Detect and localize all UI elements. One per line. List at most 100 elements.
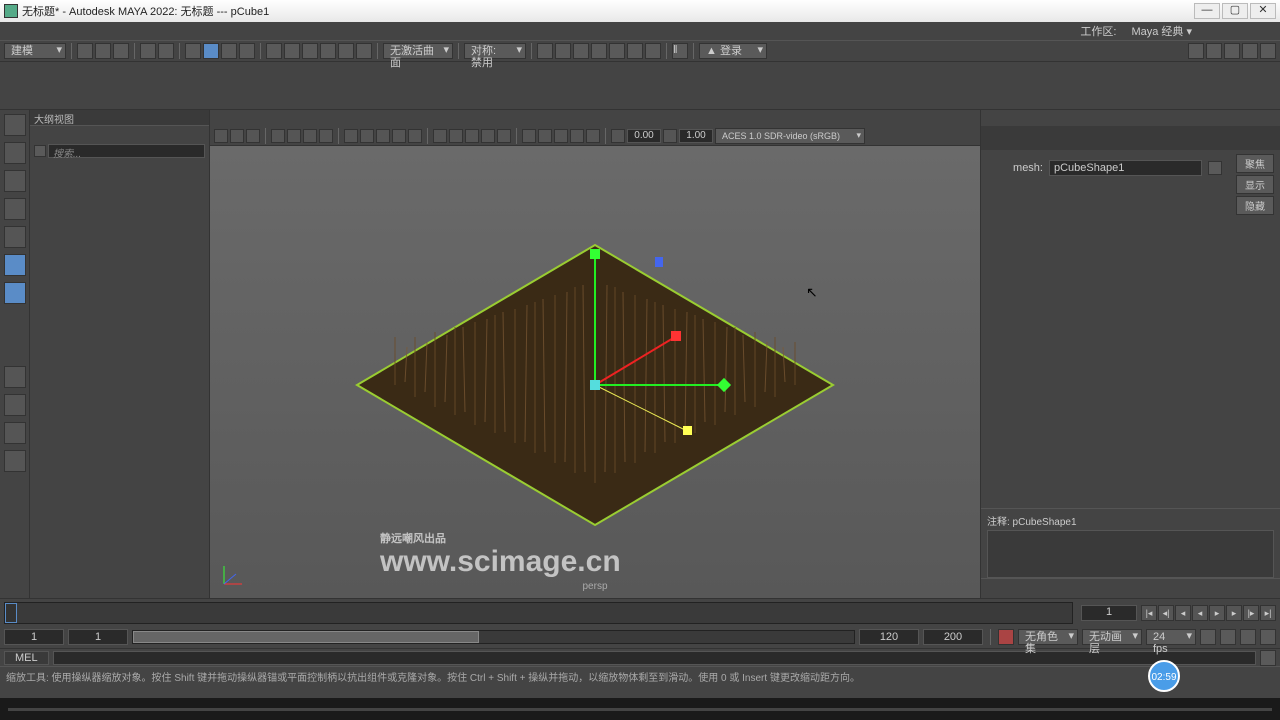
range-end-field[interactable] <box>859 629 919 645</box>
go-end-button[interactable]: ▸| <box>1260 605 1276 621</box>
history-button-2[interactable] <box>284 43 300 59</box>
history-button-3[interactable] <box>302 43 318 59</box>
attr-sections[interactable] <box>981 219 1280 508</box>
command-input[interactable] <box>53 651 1256 665</box>
notes-textarea[interactable] <box>987 530 1274 578</box>
last-tool[interactable] <box>4 282 26 304</box>
lasso-tool[interactable] <box>4 142 26 164</box>
vp-extra-4[interactable] <box>570 129 584 143</box>
fps-dropdown[interactable]: 24 fps <box>1146 629 1196 645</box>
sound-icon[interactable] <box>1240 629 1256 645</box>
vp-gamma-field[interactable] <box>679 129 713 143</box>
vp-select-button[interactable] <box>214 129 228 143</box>
vp-extra-2[interactable] <box>538 129 552 143</box>
outliner-view-button[interactable] <box>4 422 26 444</box>
select-mode-button[interactable] <box>185 43 201 59</box>
vp-ao-button[interactable] <box>465 129 479 143</box>
time-track[interactable] <box>4 602 1073 624</box>
vp-xray-button[interactable] <box>433 129 447 143</box>
vp-grid-button[interactable] <box>271 129 285 143</box>
persp-view-button[interactable] <box>4 450 26 472</box>
play-fwd-button[interactable]: ▸ <box>1209 605 1225 621</box>
pause-button[interactable]: ‖ <box>672 43 688 59</box>
range-track[interactable] <box>132 630 855 644</box>
play-back-button[interactable]: ◂ <box>1192 605 1208 621</box>
render-button-5[interactable] <box>609 43 625 59</box>
vp-exposure-field[interactable] <box>627 129 661 143</box>
vp-gate-mask-button[interactable] <box>319 129 333 143</box>
new-scene-button[interactable] <box>77 43 93 59</box>
autokey-button[interactable] <box>998 629 1014 645</box>
focus-button[interactable]: 聚焦 <box>1236 154 1274 173</box>
redo-button[interactable] <box>158 43 174 59</box>
vp-extra-3[interactable] <box>554 129 568 143</box>
paint-select-tool[interactable] <box>4 170 26 192</box>
vp-extra-1[interactable] <box>522 129 536 143</box>
vp-exposure-icon[interactable] <box>611 129 625 143</box>
scale-tool[interactable] <box>4 254 26 276</box>
panel-layout-2[interactable] <box>1206 43 1222 59</box>
snap-point-button[interactable] <box>239 43 255 59</box>
outliner-filter-icon[interactable] <box>34 145 46 157</box>
hide-button[interactable]: 隐藏 <box>1236 196 1274 215</box>
close-button[interactable]: ✕ <box>1250 3 1276 19</box>
panel-layout-5[interactable] <box>1260 43 1276 59</box>
current-frame-field[interactable]: 1 <box>1081 605 1137 621</box>
key-back-button[interactable]: ◂ <box>1175 605 1191 621</box>
vp-isolate-button[interactable] <box>449 129 463 143</box>
colorspace-dropdown[interactable]: ACES 1.0 SDR-video (sRGB) <box>715 128 865 144</box>
render-button-1[interactable] <box>537 43 553 59</box>
undo-button[interactable] <box>140 43 156 59</box>
vp-shaded-button[interactable] <box>360 129 374 143</box>
history-button-5[interactable] <box>338 43 354 59</box>
vp-aa-button[interactable] <box>497 129 511 143</box>
render-button-6[interactable] <box>627 43 643 59</box>
live-surface-dropdown[interactable]: 无激活曲面 <box>383 43 453 59</box>
history-button-6[interactable] <box>356 43 372 59</box>
vp-wire-button[interactable] <box>344 129 358 143</box>
go-start-button[interactable]: |◂ <box>1141 605 1157 621</box>
panel-layout-4[interactable] <box>1242 43 1258 59</box>
outliner-search[interactable]: 搜索... <box>48 144 205 158</box>
save-scene-button[interactable] <box>113 43 129 59</box>
step-back-button[interactable]: ◂| <box>1158 605 1174 621</box>
video-controls[interactable] <box>0 698 1280 720</box>
vp-gamma-icon[interactable] <box>663 129 677 143</box>
vp-film-gate-button[interactable] <box>287 129 301 143</box>
snap-curve-button[interactable] <box>221 43 237 59</box>
outliner-tree[interactable] <box>30 160 209 598</box>
vp-motion-blur-button[interactable] <box>481 129 495 143</box>
range-start-field[interactable] <box>68 629 128 645</box>
mode-dropdown[interactable]: 建模 <box>4 43 66 59</box>
video-progress[interactable] <box>8 708 1272 711</box>
viewport-3d[interactable]: 静远嘲风出品 www.scimage.cn persp <box>210 146 980 598</box>
rotate-tool[interactable] <box>4 226 26 248</box>
vp-textured-button[interactable] <box>376 129 390 143</box>
render-button-4[interactable] <box>591 43 607 59</box>
mesh-focus-icon[interactable] <box>1208 161 1222 175</box>
range-pref-1[interactable] <box>1200 629 1216 645</box>
select-tool[interactable] <box>4 114 26 136</box>
range-pref-2[interactable] <box>1220 629 1236 645</box>
render-button-3[interactable] <box>573 43 589 59</box>
minimize-button[interactable]: — <box>1194 3 1220 19</box>
vp-lights-button[interactable] <box>392 129 406 143</box>
step-fwd-button[interactable]: |▸ <box>1243 605 1259 621</box>
vp-bookmark-button[interactable] <box>246 129 260 143</box>
vp-cam-button[interactable] <box>230 129 244 143</box>
script-editor-button[interactable] <box>1260 650 1276 666</box>
maximize-button[interactable]: ▢ <box>1222 3 1248 19</box>
script-lang-dropdown[interactable]: MEL <box>4 651 49 665</box>
range-handle[interactable] <box>133 631 479 643</box>
history-button[interactable] <box>266 43 282 59</box>
symmetry-dropdown[interactable]: 对称: 禁用 <box>464 43 526 59</box>
charset-dropdown[interactable]: 无角色集 <box>1018 629 1078 645</box>
mesh-name-field[interactable] <box>1049 160 1202 176</box>
vp-res-gate-button[interactable] <box>303 129 317 143</box>
history-button-4[interactable] <box>320 43 336 59</box>
prefs-icon[interactable] <box>1260 629 1276 645</box>
show-button[interactable]: 显示 <box>1236 175 1274 194</box>
snap-grid-button[interactable] <box>203 43 219 59</box>
move-tool[interactable] <box>4 198 26 220</box>
four-view-button[interactable] <box>4 394 26 416</box>
